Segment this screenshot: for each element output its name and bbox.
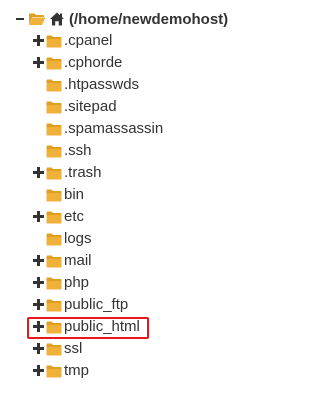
tree-item-label[interactable]: ssl (64, 340, 82, 357)
plus-icon[interactable] (33, 321, 44, 332)
folder-icon (46, 276, 62, 290)
tree-item-label[interactable]: .spamassassin (64, 120, 163, 137)
directory-tree: (/home/newdemohost) .cpanel .cphorde .htpa… (0, 0, 302, 408)
folder-icon (46, 320, 62, 334)
tree-item-label[interactable]: etc (64, 208, 84, 225)
home-icon (49, 11, 65, 27)
folder-open-icon (28, 12, 46, 26)
plus-icon[interactable] (33, 167, 44, 178)
folder-icon (46, 100, 62, 114)
tree-item-label[interactable]: mail (64, 252, 92, 269)
tree-item-label[interactable]: logs (64, 230, 92, 247)
minus-icon[interactable] (14, 8, 26, 30)
folder-icon (46, 122, 62, 136)
plus-icon[interactable] (33, 57, 44, 68)
tree-item-label[interactable]: .trash (64, 164, 102, 181)
plus-icon[interactable] (33, 365, 44, 376)
folder-icon (46, 364, 62, 378)
tree-item-label[interactable]: .ssh (64, 142, 92, 159)
tree-item-label[interactable]: .htpasswds (64, 76, 139, 93)
folder-icon (46, 144, 62, 158)
folder-icon (46, 78, 62, 92)
folder-icon (46, 166, 62, 180)
root-path-label: (/home/newdemohost) (69, 10, 229, 28)
plus-icon[interactable] (33, 255, 44, 266)
plus-icon[interactable] (33, 343, 44, 354)
folder-icon (46, 342, 62, 356)
tree-root[interactable]: (/home/newdemohost) (14, 8, 228, 30)
tree-item-label[interactable]: .sitepad (64, 98, 117, 115)
tree-item-label[interactable]: .cpanel (64, 32, 112, 49)
folder-icon (46, 56, 62, 70)
tree-item-label[interactable]: php (64, 274, 89, 291)
plus-icon[interactable] (33, 299, 44, 310)
folder-icon (46, 232, 62, 246)
folder-icon (46, 188, 62, 202)
tree-item-label[interactable]: tmp (64, 362, 89, 379)
plus-icon[interactable] (33, 35, 44, 46)
plus-icon[interactable] (33, 211, 44, 222)
folder-icon (46, 34, 62, 48)
plus-icon[interactable] (33, 277, 44, 288)
tree-item-label[interactable]: public_html (64, 318, 140, 335)
tree-item-label[interactable]: .cphorde (64, 54, 122, 71)
tree-item-label[interactable]: bin (64, 186, 84, 203)
folder-icon (46, 298, 62, 312)
folder-icon (46, 210, 62, 224)
tree-item-label[interactable]: public_ftp (64, 296, 128, 313)
folder-icon (46, 254, 62, 268)
